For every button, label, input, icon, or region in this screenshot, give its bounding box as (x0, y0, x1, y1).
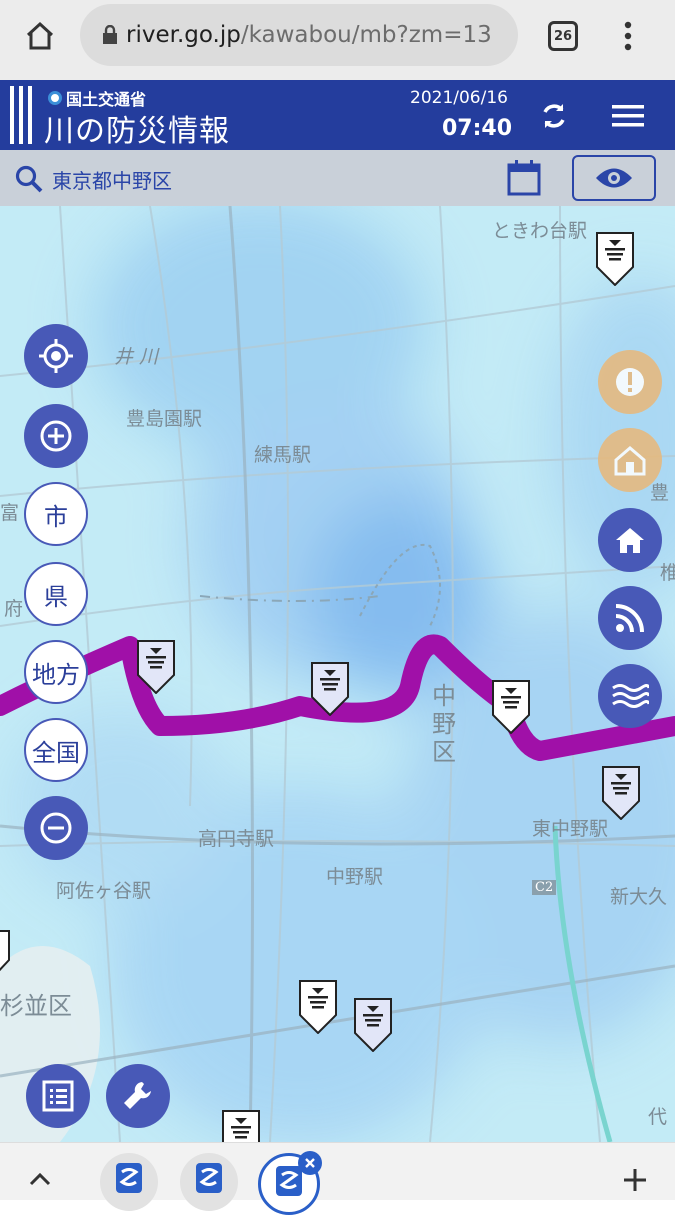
map-label-toshimaen: 豊島園駅 (126, 408, 203, 430)
map-label-yo: 代 (648, 1106, 668, 1128)
river-layer-button[interactable] (598, 664, 662, 728)
logo-bars (8, 86, 38, 144)
url-path: /kawabou/mb?zm=13 (240, 22, 492, 48)
map-label-shiina: 椎 (660, 562, 675, 584)
close-tab-button[interactable] (298, 1151, 322, 1175)
new-tab-icon[interactable] (622, 1167, 648, 1193)
water-level-marker[interactable] (299, 980, 337, 1034)
more-vert-icon[interactable] (612, 14, 644, 58)
map-label-asagaya: 阿佐ヶ谷駅 (56, 880, 152, 902)
crosshair-icon (39, 339, 73, 373)
river-app-icon (196, 1163, 222, 1193)
app-header: 国土交通省 川の防災情報 2021/06/16 07:40 (0, 80, 675, 150)
map-label-c2: C2 (532, 880, 557, 895)
ministry-logo-icon (48, 91, 62, 105)
water-level-marker[interactable] (602, 766, 640, 820)
settings-button[interactable] (106, 1064, 170, 1128)
chevron-up-icon[interactable] (28, 1171, 52, 1187)
refresh-icon[interactable] (532, 94, 576, 138)
map-label-shakujii: 井 川 (114, 346, 159, 368)
location-search-bar[interactable]: 東京都中野区 (0, 150, 675, 206)
tab-thumbnail[interactable] (180, 1153, 238, 1211)
url-host: river.go.jp (126, 22, 241, 48)
current-location-text[interactable]: 東京都中野区 (52, 165, 172, 194)
update-date: 2021/06/16 (410, 88, 508, 108)
zoom-in-button[interactable] (24, 404, 88, 468)
map-label-nakanoku-2: 野 (432, 710, 456, 738)
map-label-tokiwadai: ときわ台駅 (492, 220, 588, 242)
close-icon (305, 1158, 315, 1168)
map-label-nerima: 練馬駅 (254, 444, 312, 466)
alert-button[interactable] (598, 350, 662, 414)
waves-icon (612, 684, 649, 708)
shelter-button[interactable] (598, 428, 662, 492)
menu-icon[interactable] (606, 94, 650, 138)
feed-button[interactable] (598, 586, 662, 650)
scale-region-button[interactable]: 地方 (24, 640, 88, 704)
display-toggle-button[interactable] (572, 155, 656, 201)
water-level-marker[interactable] (137, 640, 175, 694)
home-icon[interactable] (18, 14, 62, 58)
map-label-higashinakano: 東中野駅 (532, 818, 609, 840)
minus-circle-icon (40, 812, 72, 844)
water-level-marker[interactable] (311, 662, 349, 716)
map-label-shinokubo: 新大久 (610, 886, 668, 908)
water-level-marker[interactable] (0, 930, 10, 976)
scale-city-button[interactable]: 市 (24, 482, 88, 546)
wrench-icon (124, 1082, 151, 1109)
map-label-tomi: 富 (0, 502, 20, 524)
shelter-icon (614, 446, 646, 476)
lock-icon (103, 25, 117, 44)
scale-prefecture-button[interactable]: 県 (24, 562, 88, 626)
map-label-koenji: 高円寺駅 (198, 828, 275, 850)
tab-switcher-button[interactable]: 26 (548, 21, 578, 51)
calendar-icon[interactable] (506, 159, 542, 197)
alert-icon (616, 368, 644, 396)
house-icon (616, 528, 644, 553)
eye-icon (596, 168, 632, 188)
current-location-button[interactable] (24, 324, 88, 388)
scale-nation-button[interactable]: 全国 (24, 718, 88, 782)
plus-circle-icon (40, 420, 72, 452)
list-icon (42, 1080, 74, 1112)
map-label-nakanoku: 中 野 区 (432, 682, 456, 766)
list-button[interactable] (26, 1064, 90, 1128)
rss-icon (615, 604, 644, 633)
map-label-fu: 府 (4, 598, 24, 620)
map-label-nakano: 中野駅 (326, 866, 384, 888)
river-app-icon (276, 1166, 302, 1196)
map-label-suginami: 杉並区 (0, 992, 72, 1020)
update-time: 07:40 (442, 116, 513, 141)
tab-thumbnail[interactable] (100, 1153, 158, 1211)
water-level-marker[interactable] (492, 680, 530, 734)
browser-toolbar: river.go.jp/kawabou/mb?zm=13 26 (0, 0, 675, 80)
app-title: 川の防災情報 (44, 114, 230, 149)
map-label-nakanoku-1: 中 (432, 682, 456, 710)
water-level-marker[interactable] (222, 1110, 260, 1142)
home-button[interactable] (598, 508, 662, 572)
zoom-out-button[interactable] (24, 796, 88, 860)
map-label-nakanoku-3: 区 (432, 738, 456, 766)
rainfall-map[interactable]: ときわ台駅 井 川 豊島園駅 練馬駅 中 野 区 高円寺駅 東中野駅 阿佐ヶ谷駅… (0, 206, 675, 1142)
water-level-marker[interactable] (596, 232, 634, 286)
river-app-icon (116, 1163, 142, 1193)
water-level-marker[interactable] (354, 998, 392, 1052)
search-icon[interactable] (14, 164, 44, 194)
url-bar[interactable]: river.go.jp/kawabou/mb?zm=13 (80, 4, 518, 66)
browser-tab-strip (0, 1142, 675, 1215)
